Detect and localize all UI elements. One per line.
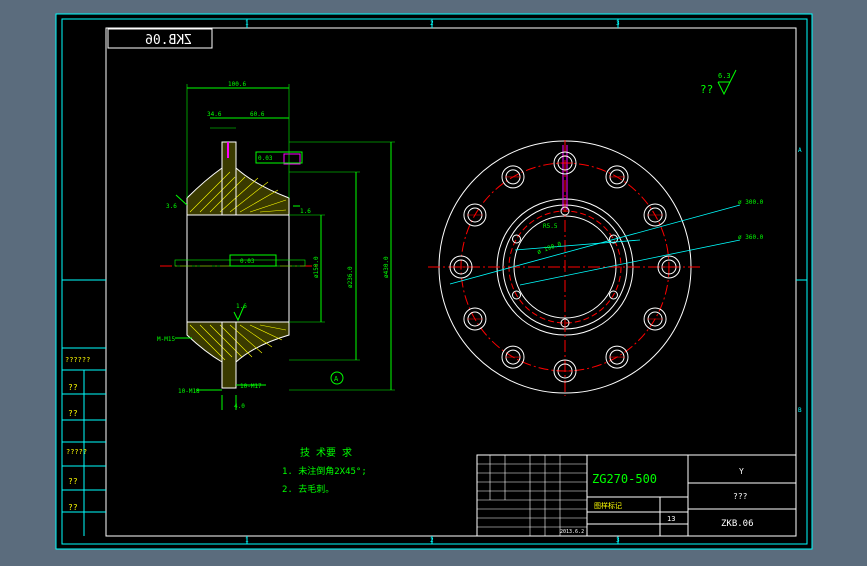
zone-label-bottom-2: 2 [430, 537, 434, 544]
dim-top-width: 100.6 [228, 81, 246, 88]
tolerance-value-1: 0.03 [258, 155, 273, 162]
tolerance-value-2: 0.03 [240, 258, 255, 265]
zone-label-top-2: 2 [430, 20, 434, 27]
strip-label-3: ?? [68, 409, 78, 418]
strip-label-2: ?? [68, 383, 78, 392]
title-code: ZKB.06 [721, 519, 754, 529]
dim-d1: ø 300.0 [738, 199, 764, 206]
title-sheet: 13 [667, 515, 675, 523]
tech-req-item-1: 1. 未注倒角2X45°; [282, 465, 367, 477]
roughness-value: 6.3 [718, 72, 731, 80]
dim-bottom-mid: 10-M17 [240, 383, 262, 390]
dim-right-chamfer: 1.6 [300, 208, 311, 215]
dim-bottom-left1: M-M15 [157, 336, 175, 343]
dim-bottom-left2: 10-M18 [178, 388, 200, 395]
zone-label-right-a: A [798, 147, 802, 154]
title-material: ZG270-500 [592, 472, 657, 486]
dim-left-chamfer: 3.6 [166, 203, 177, 210]
dim-outer-dia: ø430.0 [383, 256, 390, 278]
dim-bore-dia: ø150.0 [313, 256, 320, 278]
tech-req-item-2: 2. 去毛刺。 [282, 483, 334, 495]
title-scale-label: 图样标记 [594, 501, 622, 510]
dim-small1: 34.6 [207, 111, 222, 118]
zone-label-top-1: 1 [245, 20, 249, 27]
title-date: 2013.6.2 [560, 529, 584, 535]
title-company: ??? [733, 492, 748, 501]
sheet-border [55, 13, 813, 550]
dim-d4: R5.5 [543, 223, 558, 230]
strip-label-1: ?????? [65, 356, 90, 364]
strip-label-4: ????? [66, 448, 87, 456]
dim-mid-dia: ø236.0 [347, 266, 354, 288]
roughness-symbol: ?? [700, 83, 713, 96]
zone-label-top-3: 3 [616, 20, 620, 27]
zone-label-right-b: B [798, 407, 802, 414]
title-name: Y [739, 467, 744, 476]
zone-label-bottom-3: 3 [616, 537, 620, 544]
dim-small2: 60.6 [250, 111, 265, 118]
strip-label-6: ?? [68, 503, 78, 512]
drawing-svg: 1 2 3 1 2 3 A B ZKB.06 ?? 6.3 ?????? ?? … [55, 13, 813, 550]
mirrored-stamp-text: ZKB.06 [145, 33, 192, 48]
tech-req-title: 技 术要 求 [300, 446, 352, 459]
zone-label-bottom-1: 1 [245, 537, 249, 544]
cad-drawing: 1 2 3 1 2 3 A B ZKB.06 ?? 6.3 ?????? ?? … [0, 0, 867, 562]
surface-mark: 1.6 [236, 303, 247, 310]
dim-d2: ø 360.0 [738, 234, 764, 241]
strip-label-5: ?? [68, 477, 78, 486]
